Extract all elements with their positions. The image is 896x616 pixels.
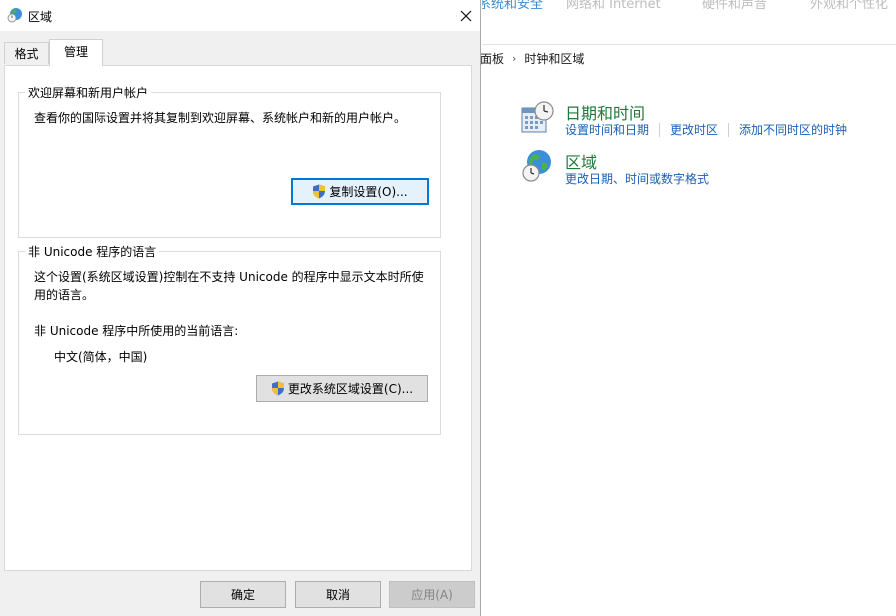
change-system-locale-label: 更改系统区域设置(C)...: [287, 382, 414, 396]
link-change-formats[interactable]: 更改日期、时间或数字格式: [565, 170, 709, 187]
chevron-right-icon: ›: [512, 51, 517, 65]
breadcrumb: 面板 › 时钟和区域: [480, 50, 584, 67]
cp-divider: [482, 44, 896, 45]
close-button[interactable]: [452, 4, 480, 28]
globe-clock-icon: [7, 8, 22, 23]
welcome-group-description: 查看你的国际设置并将其复制到欢迎屏幕、系统帐户和新的用户帐户。: [34, 111, 407, 125]
unicode-group-title: 非 Unicode 程序的语言: [25, 243, 160, 260]
copy-settings-label: 复制设置(O)...: [329, 185, 408, 199]
current-language-value: 中文(简体，中国): [54, 350, 148, 364]
link-set-time-date[interactable]: 设置时间和日期: [565, 121, 649, 138]
link-divider: [659, 122, 661, 137]
breadcrumb-item-clock-region[interactable]: 时钟和区域: [524, 50, 584, 67]
cp-cutoff-tab-2: 网络和 Internet: [566, 0, 661, 10]
title-bar[interactable]: 区域: [0, 0, 480, 31]
link-add-clocks[interactable]: 添加不同时区的时钟: [739, 121, 847, 138]
tab-panel: 欢迎屏幕和新用户帐户 查看你的国际设置并将其复制到欢迎屏幕、系统帐户和新的用户帐…: [4, 65, 472, 571]
cp-links-region: 更改日期、时间或数字格式: [565, 170, 709, 187]
copy-settings-button[interactable]: 复制设置(O)...: [291, 178, 429, 205]
unicode-description-line1: 这个设置(系统区域设置)控制在不支持 Unicode 的程序中显示文本时所使: [34, 270, 424, 284]
tab-formats[interactable]: 格式: [4, 42, 49, 64]
link-change-timezone[interactable]: 更改时区: [670, 121, 718, 138]
ok-button[interactable]: 确定: [200, 581, 286, 608]
change-system-locale-button[interactable]: 更改系统区域设置(C)...: [256, 375, 428, 402]
breadcrumb-item-panel[interactable]: 面板: [480, 50, 504, 67]
unicode-description-line2: 用的语言。: [34, 288, 95, 302]
unicode-group: 非 Unicode 程序的语言 这个设置(系统区域设置)控制在不支持 Unico…: [18, 243, 441, 435]
uac-shield-icon: [313, 184, 326, 199]
cp-cutoff-tab-4: 外观和个性化: [810, 0, 889, 10]
globe-clock-icon[interactable]: [520, 149, 554, 183]
welcome-group: 欢迎屏幕和新用户帐户 查看你的国际设置并将其复制到欢迎屏幕、系统帐户和新的用户帐…: [18, 84, 441, 238]
tab-administrative[interactable]: 管理: [49, 39, 103, 66]
cp-links-date-time: 设置时间和日期 更改时区 添加不同时区的时钟: [565, 121, 847, 138]
uac-shield-icon: [271, 381, 284, 396]
cp-cutoff-tab-3: 硬件和声音: [702, 0, 768, 10]
cancel-button[interactable]: 取消: [295, 581, 381, 608]
cp-top-tabs-cutoff: 系统和安全 网络和 Internet 硬件和声音 外观和个性化: [482, 0, 896, 10]
close-icon: [460, 10, 472, 22]
calendar-clock-icon[interactable]: [520, 100, 554, 134]
region-dialog: 区域 格式 管理 欢迎屏幕和新用户帐户 查看你的国际设置并将其复制到欢迎屏幕、系…: [0, 0, 481, 616]
link-divider: [728, 122, 730, 137]
control-panel-window: 系统和安全 网络和 Internet 硬件和声音 外观和个性化 面板 › 时钟和…: [480, 0, 896, 616]
current-language-label: 非 Unicode 程序中所使用的当前语言:: [34, 324, 239, 338]
welcome-group-title: 欢迎屏幕和新用户帐户: [25, 84, 152, 101]
apply-button[interactable]: 应用(A): [389, 581, 475, 608]
dialog-title: 区域: [28, 10, 53, 24]
cp-cutoff-tab-1: 系统和安全: [482, 0, 544, 10]
